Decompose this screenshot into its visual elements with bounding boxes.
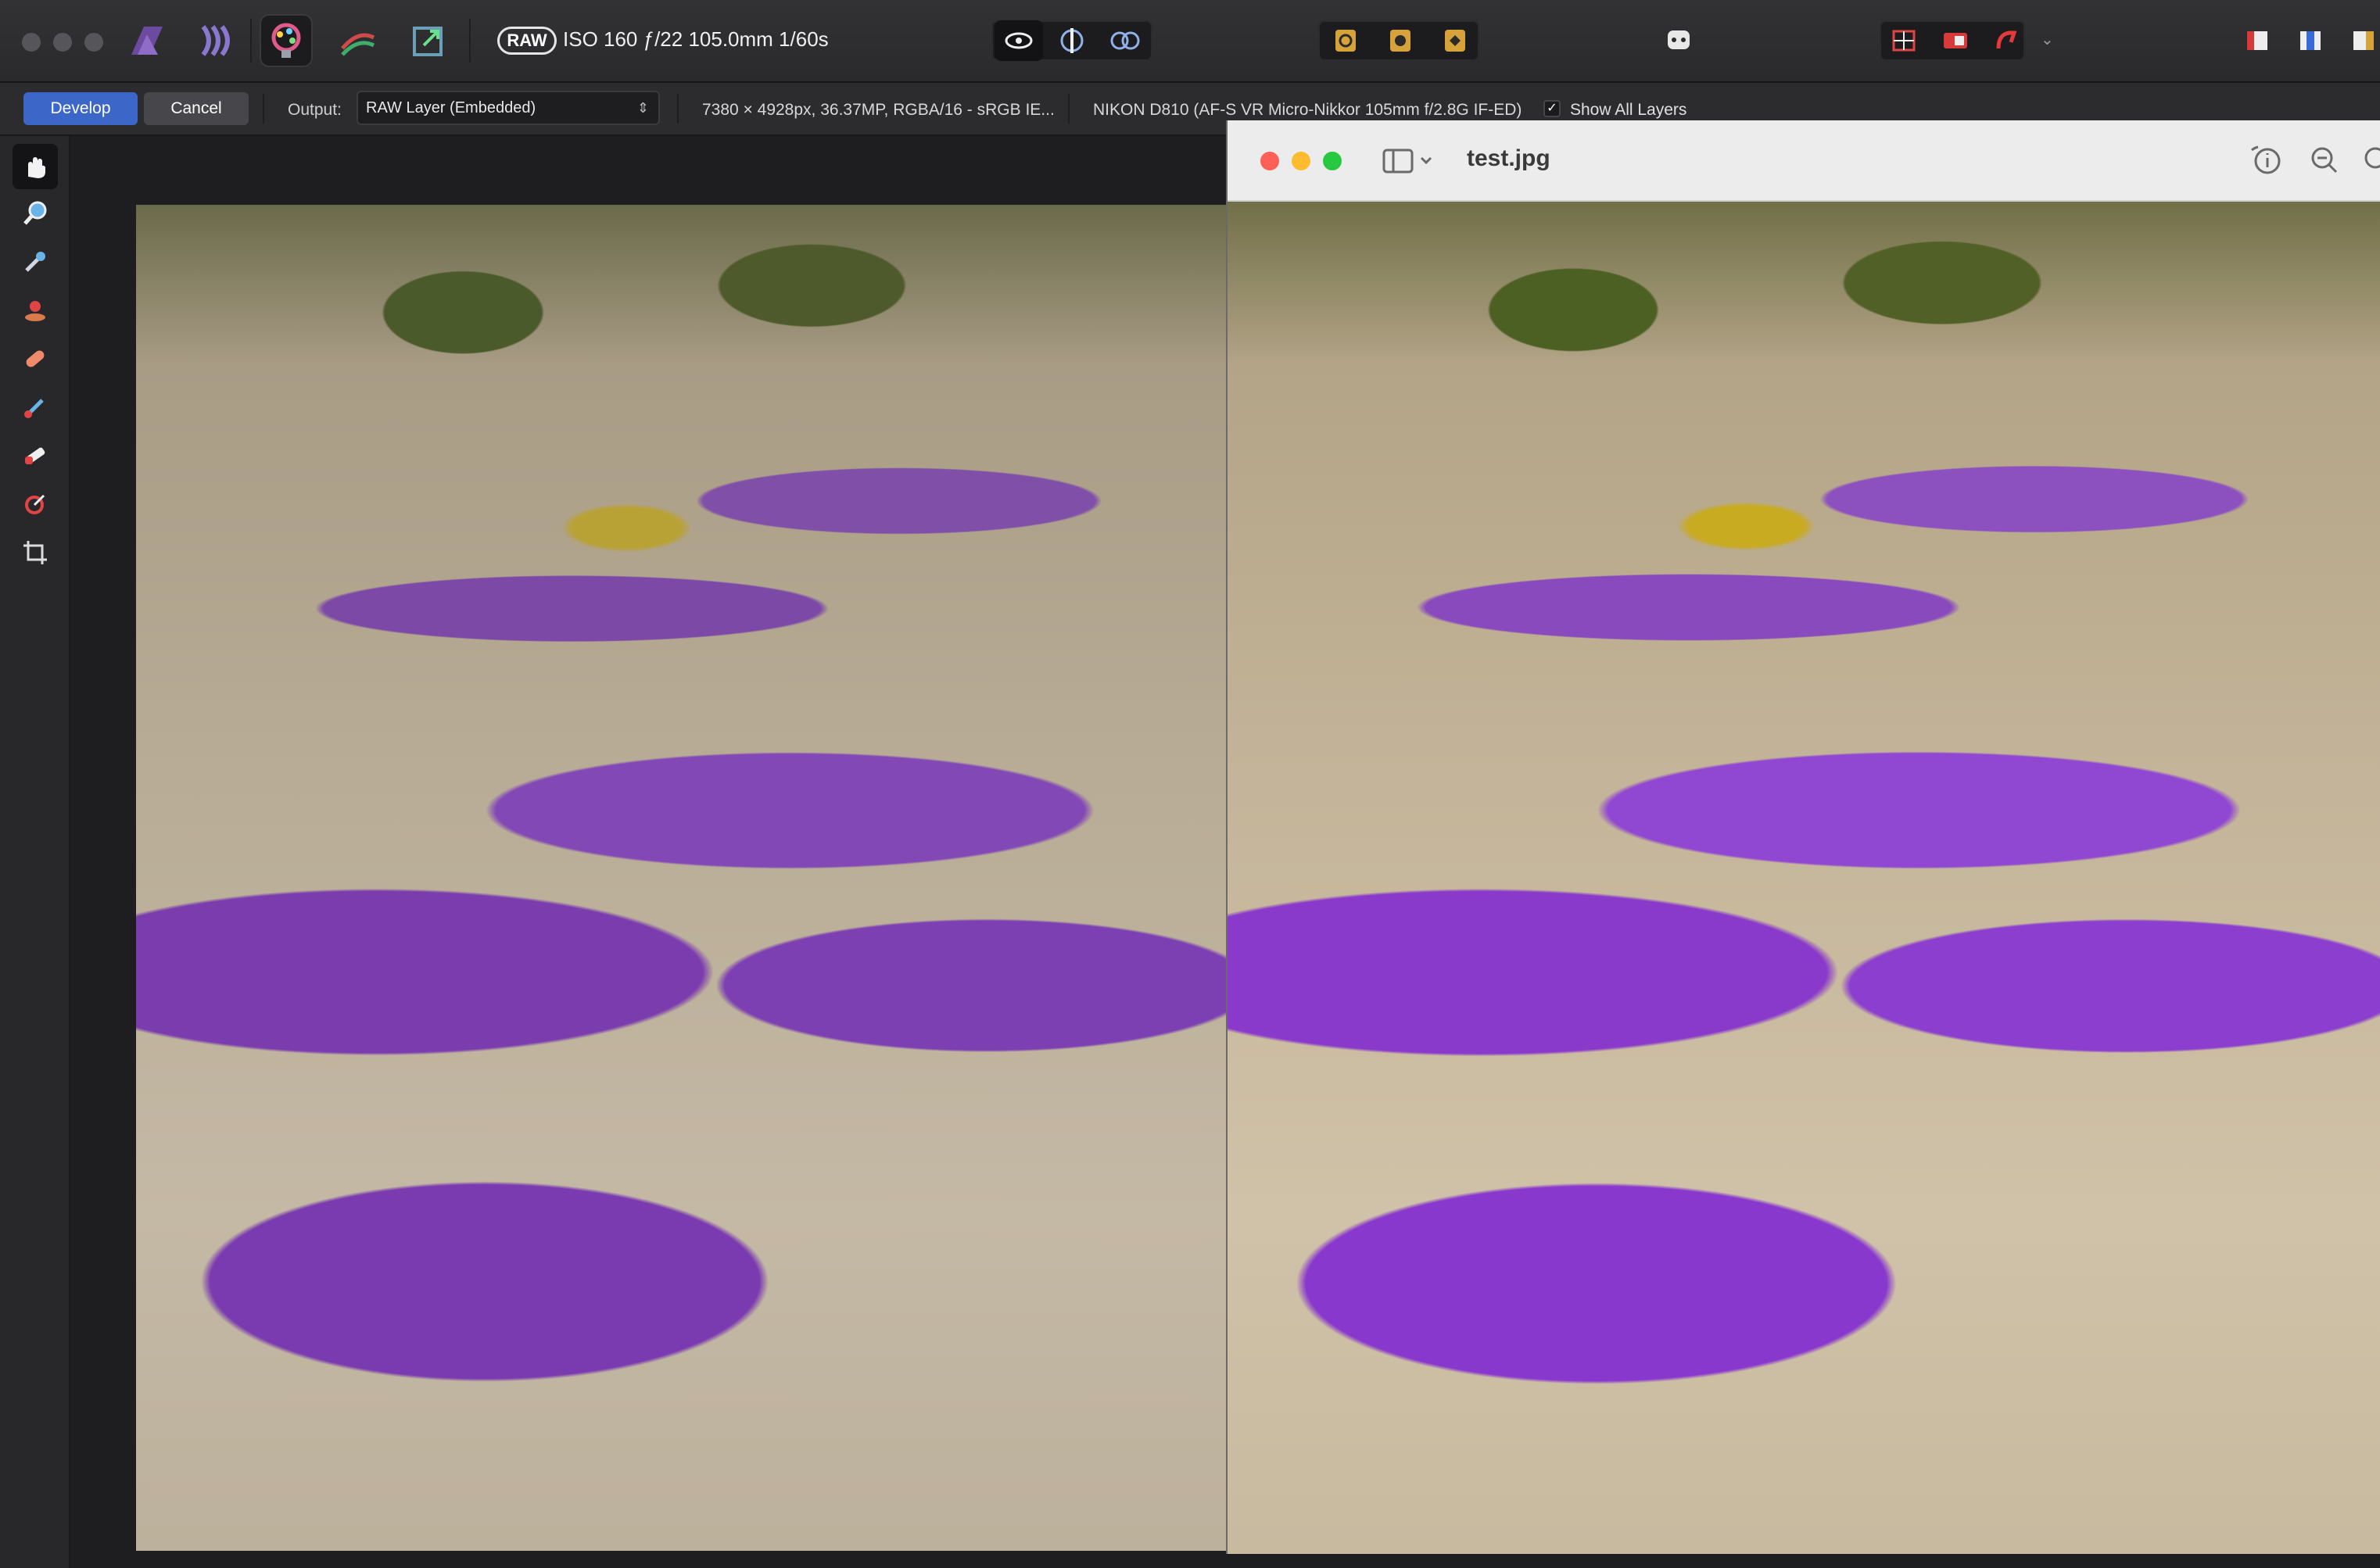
auto-colors-icon xyxy=(1445,30,1465,52)
zoom-out-icon[interactable] xyxy=(2308,144,2341,177)
output-select[interactable]: RAW Layer (Embedded) ⇕ xyxy=(357,91,660,125)
overlay-erase-icon xyxy=(25,447,45,464)
preview-close-button[interactable] xyxy=(1260,152,1279,170)
auto-colors-button[interactable] xyxy=(1431,20,1479,61)
red-eye-tool[interactable] xyxy=(13,288,58,333)
show-clipped-shadows-button[interactable] xyxy=(1880,20,1928,61)
cancel-button[interactable]: Cancel xyxy=(144,92,249,125)
show-clipped-highlights-button[interactable] xyxy=(1931,20,1980,61)
camera-info: NIKON D810 (AF-S VR Micro-Nikkor 105mm f… xyxy=(1093,101,1522,119)
develop-button[interactable]: Develop xyxy=(23,92,138,125)
export-persona-icon xyxy=(413,27,443,56)
assistant-robot-icon xyxy=(1668,30,1690,49)
preview-titlebar: test.jpg xyxy=(1228,120,2380,202)
split-view-button[interactable] xyxy=(1048,20,1096,61)
mirror-view-icon xyxy=(1110,31,1140,50)
output-label: Output: xyxy=(288,101,342,119)
white-balance-picker-icon xyxy=(25,252,45,272)
clipped-tones-icon xyxy=(1996,30,2017,49)
mirror-view-button[interactable] xyxy=(1101,20,1149,61)
jpeg-preview-image[interactable] xyxy=(1228,202,2380,1554)
hand-icon xyxy=(28,157,45,178)
develop-persona-button[interactable] xyxy=(260,14,313,67)
overlay-erase-tool[interactable] xyxy=(13,433,58,478)
studio-left-panel-button[interactable] xyxy=(2233,20,2281,61)
zoom-in-icon[interactable] xyxy=(2361,144,2380,177)
blemish-removal-icon xyxy=(26,350,45,367)
panel-icon xyxy=(2353,31,2374,50)
main-toolbar: RAW ISO 160 ƒ/22 105.0mm 1/60s ⌄ xyxy=(0,0,2380,83)
photo-persona-button[interactable] xyxy=(120,14,174,67)
document-info: 7380 × 4928px, 36.37MP, RGBA/16 - sRGB I… xyxy=(702,101,1055,119)
develop-persona-icon xyxy=(271,23,301,58)
hand-tool[interactable] xyxy=(13,144,58,189)
raw-photo-image[interactable] xyxy=(136,205,1226,1551)
sidebar-toggle-icon[interactable] xyxy=(1382,147,1437,175)
output-select-value: RAW Layer (Embedded) xyxy=(366,99,536,116)
raw-badge: RAW xyxy=(497,27,557,55)
blemish-removal-tool[interactable] xyxy=(13,336,58,381)
panel-right-icon xyxy=(2300,31,2321,50)
white-balance-tool[interactable] xyxy=(13,239,58,285)
eye-icon xyxy=(1005,32,1033,49)
crop-tool[interactable] xyxy=(13,530,58,575)
window-zoom-button[interactable] xyxy=(84,33,103,52)
preview-zoom-button[interactable] xyxy=(1323,152,1342,170)
window-close-button[interactable] xyxy=(22,33,41,52)
overlay-gradient-tool[interactable] xyxy=(13,481,58,527)
liquify-persona-icon xyxy=(201,25,230,56)
updown-chevron-icon: ⇕ xyxy=(636,100,649,116)
show-all-layers-checkbox[interactable]: ✓ xyxy=(1543,100,1561,117)
red-eye-icon xyxy=(25,301,45,321)
liquify-persona-button[interactable] xyxy=(191,14,244,67)
tools-panel xyxy=(0,136,70,1568)
zoom-icon xyxy=(23,201,47,225)
exif-readout: ISO 160 ƒ/22 105.0mm 1/60s xyxy=(563,27,829,51)
show-clipped-tones-button[interactable] xyxy=(1983,20,2031,61)
zoom-tool[interactable] xyxy=(13,191,58,236)
overlay-dropdown-chevron-icon[interactable]: ⌄ xyxy=(2041,30,2054,49)
auto-levels-icon xyxy=(1335,30,1356,52)
studio-right-panel-button[interactable] xyxy=(2286,20,2335,61)
overlay-paint-icon xyxy=(24,399,44,418)
overlay-gradient-icon xyxy=(25,494,45,514)
export-persona-button[interactable] xyxy=(402,14,455,67)
overlay-paint-tool[interactable] xyxy=(13,385,58,430)
show-all-layers-label[interactable]: Show All Layers xyxy=(1570,101,1686,120)
clipped-shadows-icon xyxy=(1892,30,1916,52)
tone-mapping-persona-icon xyxy=(341,33,375,56)
clipped-highlights-icon xyxy=(1944,33,1967,48)
assistant-button[interactable] xyxy=(1654,20,1703,61)
single-view-button[interactable] xyxy=(995,20,1043,61)
crop-icon xyxy=(23,541,47,564)
inspector-info-icon[interactable] xyxy=(2249,144,2281,177)
panel-left-icon xyxy=(2247,31,2267,50)
photo-persona-icon xyxy=(131,27,163,55)
window-minimize-button[interactable] xyxy=(53,33,72,52)
preview-title: test.jpg xyxy=(1467,145,1550,171)
studio-panel-button[interactable] xyxy=(2339,20,2380,61)
auto-contrast-icon xyxy=(1390,30,1410,52)
preview-minimize-button[interactable] xyxy=(1292,152,1310,170)
auto-contrast-button[interactable] xyxy=(1376,20,1425,61)
split-view-icon xyxy=(1060,28,1084,53)
tone-mapping-persona-button[interactable] xyxy=(332,14,385,67)
auto-levels-button[interactable] xyxy=(1321,20,1370,61)
